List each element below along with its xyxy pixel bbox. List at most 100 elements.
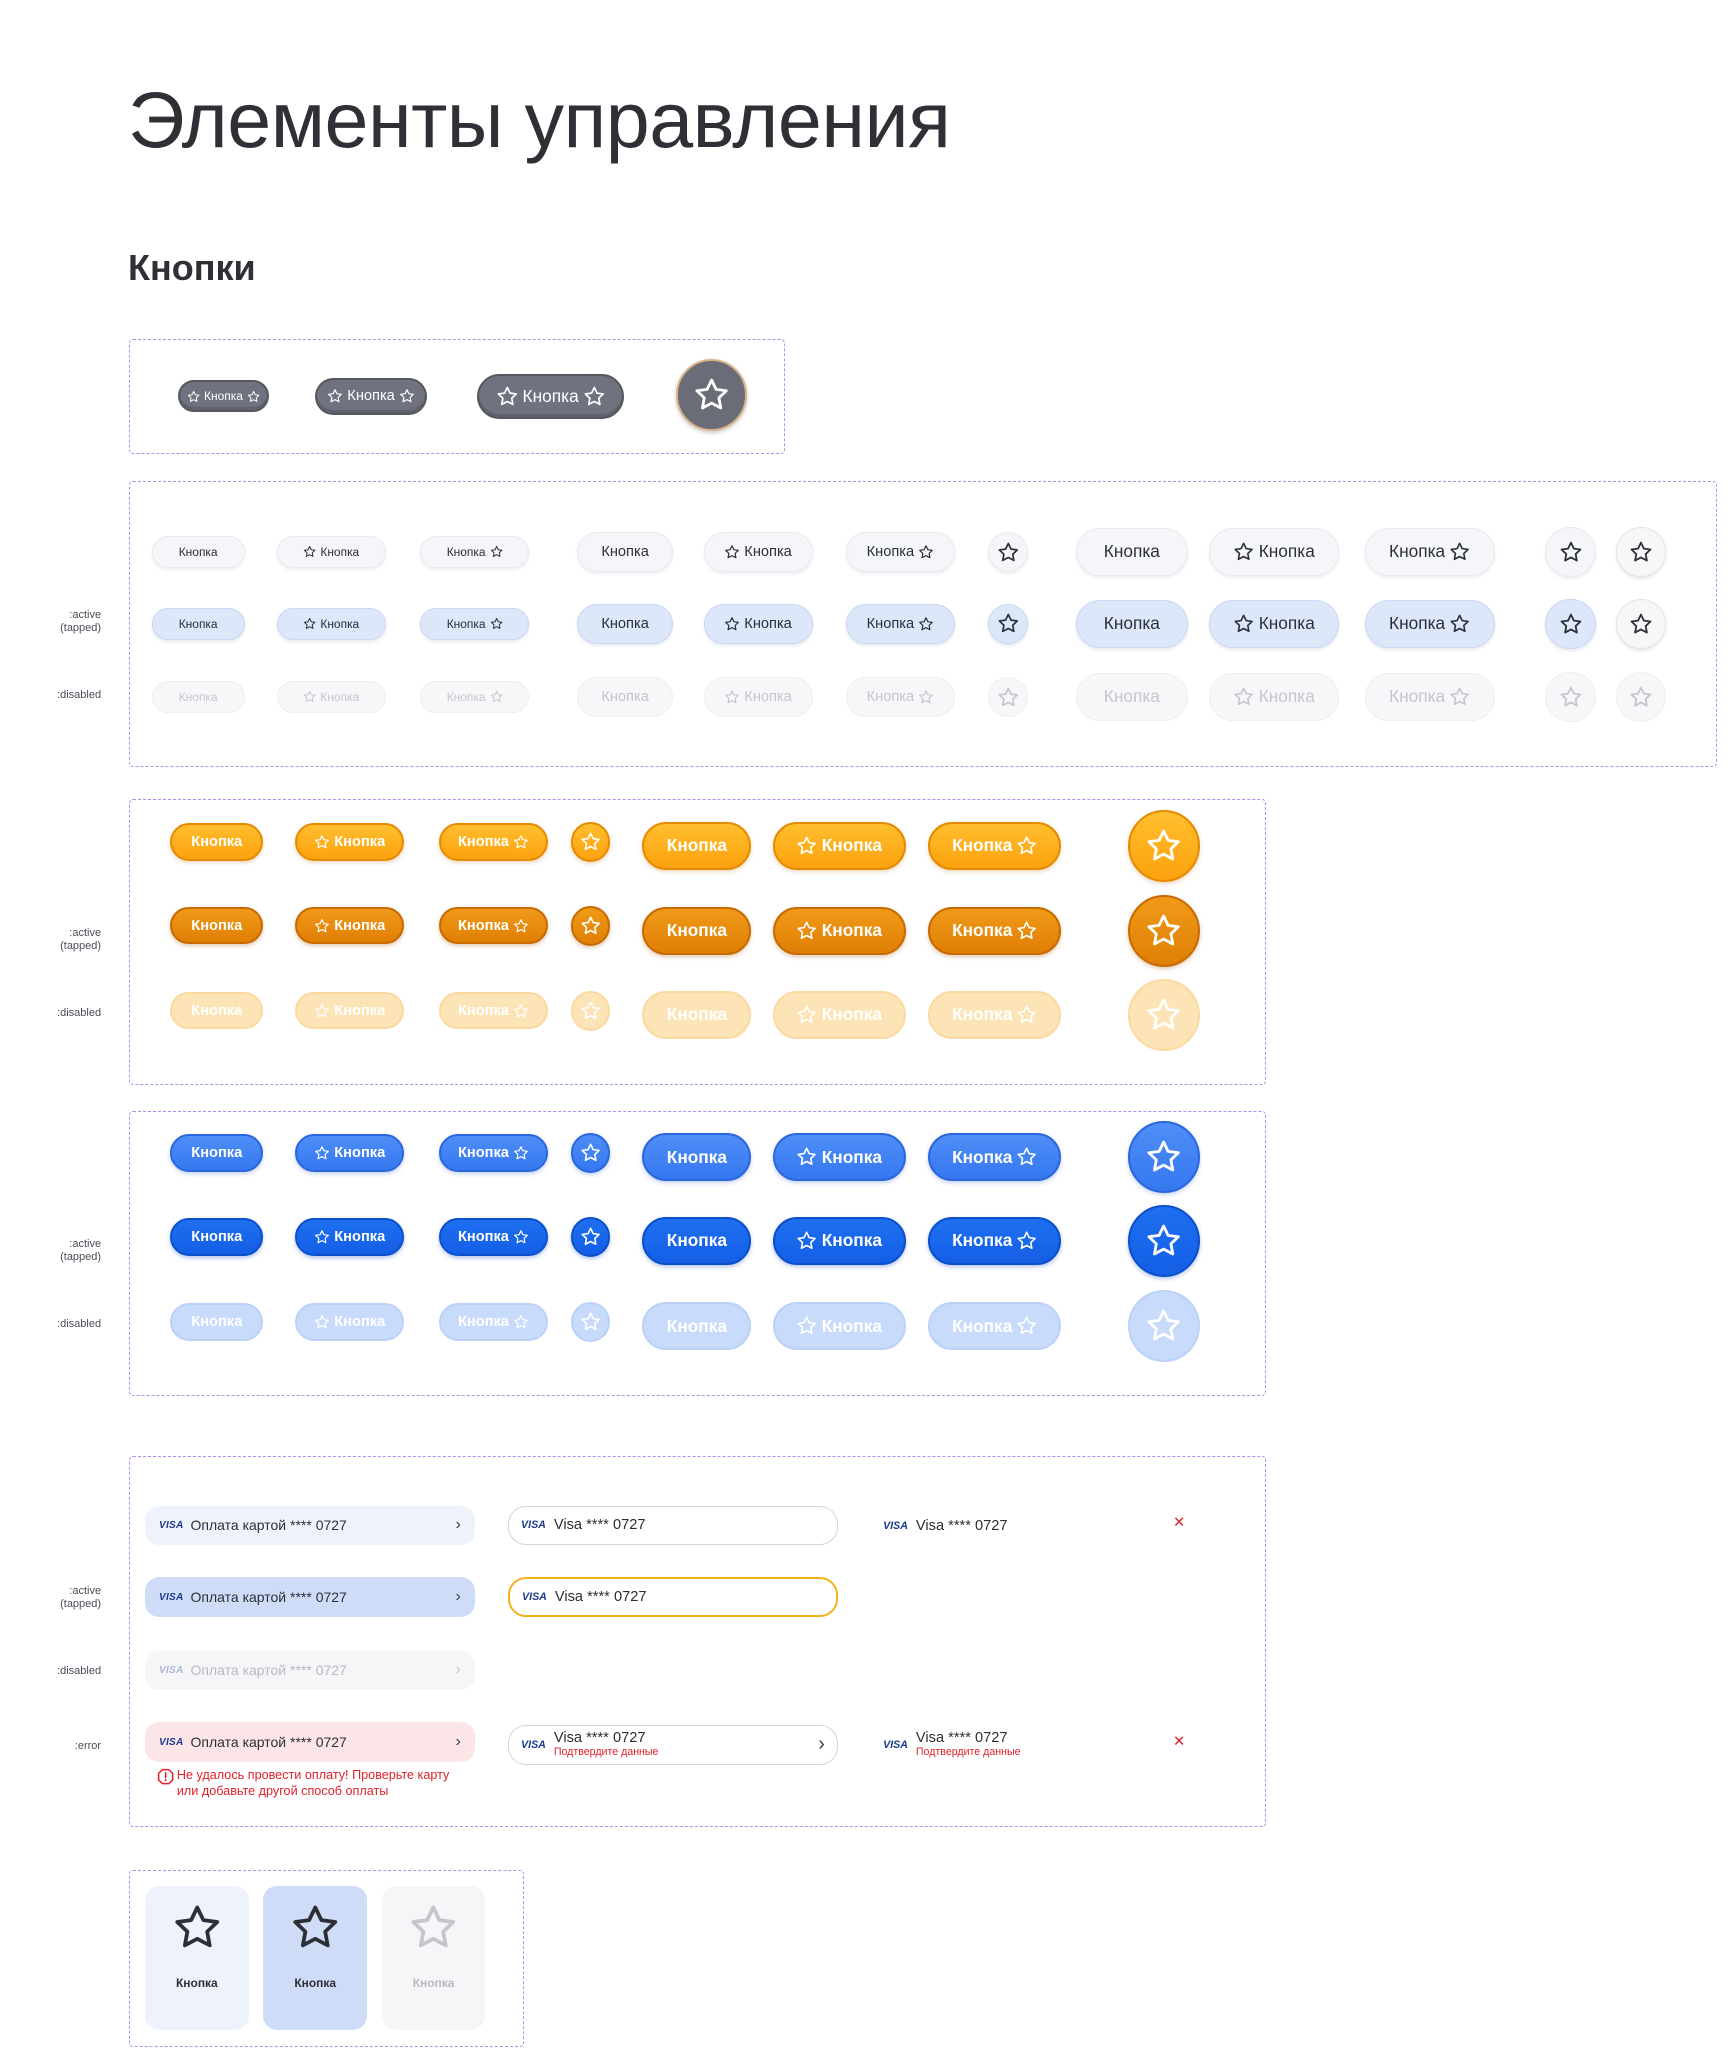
button-rstar[interactable]: Кнопка: [1364, 528, 1495, 576]
button-icon[interactable]: [988, 603, 1029, 644]
payment-method-button-error[interactable]: VISA Оплата картой **** 0727 ›: [144, 1722, 475, 1763]
button-icon[interactable]: [1127, 1290, 1200, 1362]
button-icon[interactable]: [1545, 671, 1596, 723]
button-rstar[interactable]: Кнопка: [928, 990, 1062, 1039]
tile-button[interactable]: Кнопка: [381, 1885, 486, 2030]
button-icon[interactable]: [570, 821, 611, 862]
button-rstar[interactable]: Кнопка: [438, 992, 548, 1030]
button-lstar[interactable]: Кнопка: [295, 907, 405, 945]
card-select-field[interactable]: VISA Visa **** 0727: [508, 1505, 838, 1546]
button-icon[interactable]: [570, 990, 611, 1031]
button-lstar[interactable]: Кнопка: [1208, 528, 1340, 576]
payment-method-button-active[interactable]: VISA Оплата картой **** 0727 ›: [144, 1577, 475, 1618]
button-both-stars[interactable]: Кнопка: [477, 373, 624, 419]
button-text[interactable]: Кнопка: [170, 1134, 264, 1172]
button-rstar[interactable]: Кнопка: [845, 676, 955, 717]
button-rstar[interactable]: Кнопка: [928, 821, 1062, 870]
button-icon[interactable]: [1127, 895, 1200, 967]
button-lstar[interactable]: Кнопка: [703, 676, 813, 717]
button-rstar[interactable]: Кнопка: [928, 1216, 1062, 1265]
saved-card-row[interactable]: VISA Visa **** 0727: [883, 1512, 1007, 1539]
button-icon[interactable]: [1545, 598, 1596, 650]
button-rstar[interactable]: Кнопка: [438, 907, 548, 945]
payment-method-button-disabled[interactable]: VISA Оплата картой **** 0727 ›: [144, 1650, 475, 1691]
button-icon[interactable]: [570, 1133, 611, 1174]
button-text[interactable]: Кнопка: [151, 607, 245, 640]
button-rstar[interactable]: Кнопка: [438, 823, 548, 861]
button-text[interactable]: Кнопка: [170, 1218, 264, 1256]
button-text[interactable]: Кнопка: [151, 535, 245, 568]
button-rstar[interactable]: Кнопка: [420, 607, 530, 640]
button-rstar[interactable]: Кнопка: [928, 907, 1062, 955]
button-lstar[interactable]: Кнопка: [276, 680, 386, 713]
button-rstar[interactable]: Кнопка: [928, 1133, 1062, 1182]
button-rstar[interactable]: Кнопка: [420, 680, 530, 713]
card-select-field-error[interactable]: VISA Visa **** 0727 Подтвердите данные ›: [508, 1725, 838, 1765]
button-lstar[interactable]: Кнопка: [772, 907, 906, 955]
button-lstar[interactable]: Кнопка: [276, 535, 386, 568]
button-rstar[interactable]: Кнопка: [845, 532, 955, 572]
button-lstar[interactable]: Кнопка: [295, 1303, 405, 1341]
button-icon[interactable]: [570, 1302, 611, 1342]
payment-method-button[interactable]: VISA Оплата картой **** 0727 ›: [144, 1505, 475, 1546]
button-lstar[interactable]: Кнопка: [295, 1134, 405, 1172]
button-lstar[interactable]: Кнопка: [772, 821, 906, 870]
button-icon[interactable]: [1127, 978, 1200, 1051]
button-rstar[interactable]: Кнопка: [438, 1134, 548, 1172]
button-rstar[interactable]: Кнопка: [438, 1218, 548, 1256]
button-text[interactable]: Кнопка: [577, 603, 673, 644]
button-lstar[interactable]: Кнопка: [772, 990, 906, 1039]
button-rstar[interactable]: Кнопка: [928, 1302, 1062, 1350]
button-icon[interactable]: [1127, 1121, 1200, 1193]
button-text[interactable]: Кнопка: [642, 1133, 752, 1182]
button-text[interactable]: Кнопка: [170, 823, 264, 861]
button-rstar[interactable]: Кнопка: [420, 535, 530, 568]
button-rstar[interactable]: Кнопка: [1364, 599, 1495, 648]
button-text[interactable]: Кнопка: [1075, 672, 1188, 721]
button-text[interactable]: Кнопка: [642, 990, 752, 1039]
button-lstar[interactable]: Кнопка: [295, 992, 405, 1030]
button-icon[interactable]: [1127, 809, 1200, 882]
card-select-field-active[interactable]: VISA Visa **** 0727: [508, 1577, 838, 1618]
tile-button[interactable]: Кнопка: [263, 1885, 368, 2030]
button-text[interactable]: Кнопка: [151, 680, 245, 713]
button-text[interactable]: Кнопка: [577, 532, 673, 572]
button-icon[interactable]: [1545, 526, 1596, 578]
button-text[interactable]: Кнопка: [642, 821, 752, 870]
saved-card-row-error[interactable]: VISA Visa **** 0727 Подтвердите данные: [883, 1730, 1020, 1758]
tile-button[interactable]: Кнопка: [144, 1885, 249, 2030]
button-icon[interactable]: [1127, 1204, 1200, 1277]
button-both-stars[interactable]: Кнопка: [178, 380, 269, 413]
button-text[interactable]: Кнопка: [170, 1303, 264, 1341]
button-text[interactable]: Кнопка: [642, 1302, 752, 1350]
button-text[interactable]: Кнопка: [170, 907, 264, 945]
button-icon[interactable]: [570, 905, 611, 946]
button-text[interactable]: Кнопка: [577, 676, 673, 717]
button-lstar[interactable]: Кнопка: [772, 1216, 906, 1265]
button-lstar[interactable]: Кнопка: [703, 532, 813, 572]
button-icon[interactable]: [570, 1216, 611, 1257]
button-both-stars[interactable]: Кнопка: [315, 377, 427, 415]
button-lstar[interactable]: Кнопка: [1208, 672, 1340, 721]
button-icon[interactable]: [988, 676, 1029, 717]
button-rstar[interactable]: Кнопка: [845, 603, 955, 644]
button-text[interactable]: Кнопка: [1075, 528, 1188, 576]
button-rstar[interactable]: Кнопка: [438, 1303, 548, 1341]
button-lstar[interactable]: Кнопка: [772, 1302, 906, 1350]
button-lstar[interactable]: Кнопка: [1208, 599, 1340, 648]
button-lstar[interactable]: Кнопка: [295, 823, 405, 861]
button-icon[interactable]: [988, 532, 1029, 572]
button-lstar[interactable]: Кнопка: [772, 1133, 906, 1182]
button-text[interactable]: Кнопка: [1075, 599, 1188, 648]
button-icon[interactable]: [1615, 598, 1667, 650]
button-lstar[interactable]: Кнопка: [295, 1218, 405, 1256]
button-rstar[interactable]: Кнопка: [1364, 672, 1495, 721]
close-icon[interactable]: ✕: [1173, 1733, 1185, 1750]
close-icon[interactable]: ✕: [1173, 1514, 1185, 1531]
button-icon[interactable]: [675, 359, 748, 431]
button-lstar[interactable]: Кнопка: [703, 603, 813, 644]
button-text[interactable]: Кнопка: [642, 1216, 752, 1265]
button-text[interactable]: Кнопка: [642, 907, 752, 955]
button-text[interactable]: Кнопка: [170, 992, 264, 1030]
button-lstar[interactable]: Кнопка: [276, 607, 386, 640]
